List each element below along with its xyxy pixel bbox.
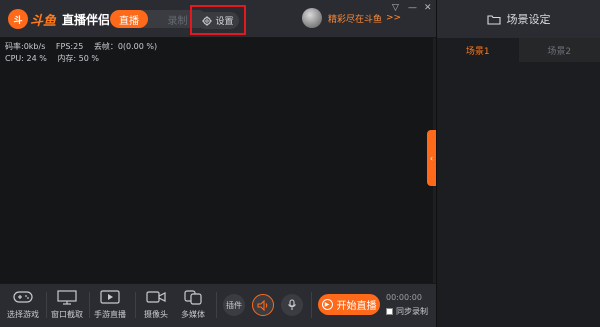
tool-label: 窗口截取 [51, 310, 83, 319]
plugin-button[interactable]: 插件 [223, 294, 245, 316]
dropdown-icon[interactable]: ▽ [392, 3, 399, 13]
speaker-icon [257, 299, 268, 311]
checkbox-box[interactable] [386, 308, 393, 315]
minimize-button[interactable]: — [408, 3, 417, 13]
brand-name: 斗鱼 [30, 13, 57, 29]
select-game-button[interactable]: 选择游戏 [0, 288, 46, 320]
microphone-icon [288, 299, 296, 310]
tab-scene-2[interactable]: 场景2 [518, 38, 600, 62]
divider [216, 292, 217, 318]
close-button[interactable]: ✕ [424, 3, 432, 13]
tool-label: 选择游戏 [7, 310, 39, 319]
user-name[interactable]: 精彩尽在斗鱼 [328, 12, 382, 25]
user-area[interactable]: 精彩尽在斗鱼 >> [302, 8, 401, 28]
camera-icon [146, 291, 166, 303]
fps-stat: FPS:25 [55, 42, 84, 51]
monitor-icon [57, 289, 77, 305]
live-mode-button[interactable]: 直播 [110, 10, 148, 28]
bottom-toolbar: 选择游戏 窗口截取 手游直播 摄像头 多媒体 插件 ▶ 开始直播 00:00:0… [0, 283, 436, 327]
speaker-button[interactable] [252, 294, 274, 316]
memory-stat: 内存: 50 % [57, 54, 99, 63]
tool-label: 摄像头 [144, 310, 168, 319]
tool-label: 多媒体 [181, 310, 205, 319]
stream-timer: 00:00:00 [386, 293, 422, 302]
sync-record-label: 同步录制 [396, 307, 428, 316]
settings-label: 设置 [215, 17, 234, 27]
user-more-icon[interactable]: >> [386, 13, 401, 23]
tab-scene-1[interactable]: 场景1 [437, 38, 519, 62]
start-stream-button[interactable]: ▶ 开始直播 [318, 294, 380, 315]
douyu-logo-icon: 斗 [8, 9, 28, 29]
gear-icon [202, 15, 213, 26]
mobile-screen-icon [100, 290, 120, 304]
dropped-frames-stat: 丢帧：0(0.00 %) [93, 42, 158, 51]
stream-preview[interactable]: 码率:0kb/s FPS:25 丢帧：0(0.00 %) CPU: 24 % 内… [0, 38, 433, 283]
scene-panel: 场景设定 场景1 场景2 [436, 0, 600, 327]
media-icon [184, 289, 202, 305]
cpu-stat: CPU: 24 % [5, 54, 47, 63]
tool-label: 手游直播 [94, 310, 126, 319]
avatar[interactable] [302, 8, 322, 28]
settings-button[interactable]: 设置 [197, 12, 239, 29]
window-capture-button[interactable]: 窗口截取 [44, 288, 90, 320]
scene-panel-header: 场景设定 [437, 0, 600, 38]
bitrate-stat: 码率:0kb/s [5, 42, 46, 51]
sync-record-checkbox[interactable]: 同步录制 [386, 306, 428, 317]
start-stream-label: 开始直播 [336, 301, 377, 312]
scene-tabs: 场景1 场景2 [437, 38, 600, 62]
app-name: 直播伴侣 [62, 12, 111, 27]
app-logo: 斗 斗鱼 直播伴侣 [8, 9, 110, 29]
scene-panel-title: 场景设定 [506, 13, 551, 26]
multimedia-button[interactable]: 多媒体 [170, 288, 216, 320]
microphone-button[interactable] [281, 294, 303, 316]
play-icon: ▶ [321, 299, 333, 310]
settings-highlight-box: 设置 [190, 5, 246, 35]
folder-icon [486, 14, 501, 25]
stream-stats: 码率:0kb/s FPS:25 丢帧：0(0.00 %) CPU: 24 % 内… [5, 41, 165, 65]
divider [311, 292, 312, 318]
gamepad-icon [13, 291, 33, 303]
mobile-live-button[interactable]: 手游直播 [87, 288, 133, 320]
collapse-panel-button[interactable]: ‹ [427, 130, 436, 186]
top-bar: 斗 斗鱼 直播伴侣 直播 录制 设置 精彩尽在斗鱼 >> ▽ — ✕ [0, 0, 436, 38]
